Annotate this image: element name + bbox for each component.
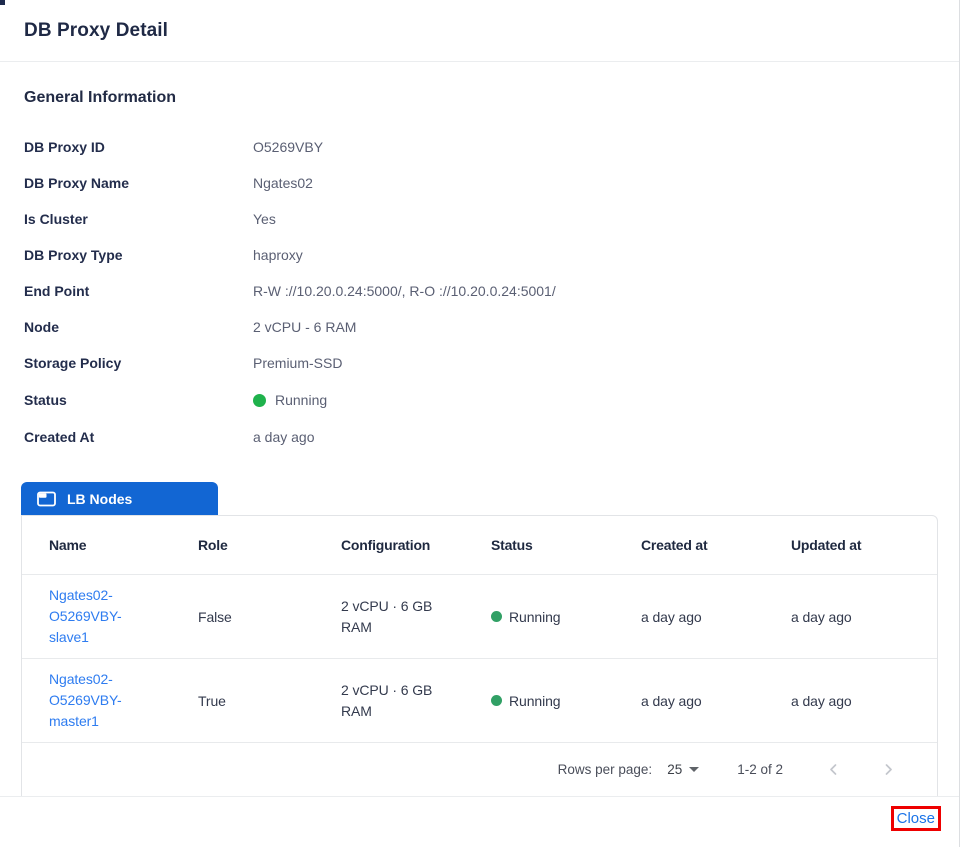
cell-updated-at: a day ago <box>764 609 937 625</box>
field-storage-policy: Storage Policy Premium-SSD <box>24 345 935 381</box>
field-value: 2 vCPU - 6 RAM <box>253 319 356 335</box>
close-button-highlight-box: Close <box>891 806 941 831</box>
field-node: Node 2 vCPU - 6 RAM <box>24 309 935 345</box>
field-db-proxy-type: DB Proxy Type haproxy <box>24 237 935 273</box>
modal-footer: Close <box>0 796 959 847</box>
node-name-link[interactable]: Ngates02-O5269VBY-slave1 <box>49 585 161 648</box>
cell-created-at: a day ago <box>614 609 764 625</box>
previous-page-button[interactable] <box>823 763 844 776</box>
column-header-configuration: Configuration <box>314 537 464 553</box>
table-pagination: Rows per page: 25 1-2 of 2 <box>22 743 937 795</box>
general-information-heading: General Information <box>24 89 935 107</box>
field-label: DB Proxy Name <box>24 175 253 191</box>
db-proxy-detail-modal: { "modal": { "title": "DB Proxy Detail" … <box>0 0 960 847</box>
cell-role: False <box>171 609 314 625</box>
column-header-name: Name <box>22 537 171 553</box>
column-header-role: Role <box>171 537 314 553</box>
table-header-row: Name Role Configuration Status Created a… <box>22 516 937 575</box>
field-label: Is Cluster <box>24 211 253 227</box>
field-db-proxy-name: DB Proxy Name Ngates02 <box>24 165 935 201</box>
screenshot-corner-artifact <box>0 0 5 5</box>
cell-status: Running <box>464 693 614 709</box>
field-label: DB Proxy Type <box>24 247 253 263</box>
cell-name: Ngates02-O5269VBY-slave1 <box>22 585 171 648</box>
field-label: Node <box>24 319 253 335</box>
field-end-point: End Point R-W ://10.20.0.24:5000/, R-O :… <box>24 273 935 309</box>
table-row: Ngates02-O5269VBY-master1 True 2 vCPU · … <box>22 659 937 743</box>
chevron-down-icon <box>689 767 699 772</box>
status-value: Running <box>253 392 327 408</box>
chevron-left-icon <box>827 763 840 776</box>
field-label: Storage Policy <box>24 355 253 371</box>
cell-updated-at: a day ago <box>764 693 937 709</box>
field-value: Yes <box>253 211 276 227</box>
close-button[interactable]: Close <box>896 809 936 828</box>
field-label: End Point <box>24 283 253 299</box>
general-information-list: DB Proxy ID O5269VBY DB Proxy Name Ngate… <box>24 129 935 455</box>
status-running-icon <box>491 611 502 622</box>
field-value: O5269VBY <box>253 139 323 155</box>
node-name-link[interactable]: Ngates02-O5269VBY-master1 <box>49 669 161 732</box>
modal-header: DB Proxy Detail <box>0 0 959 62</box>
status-running-icon <box>253 394 266 407</box>
field-value: a day ago <box>253 429 315 445</box>
field-value: Ngates02 <box>253 175 313 191</box>
field-db-proxy-id: DB Proxy ID O5269VBY <box>24 129 935 165</box>
field-label: Status <box>24 392 253 408</box>
tab-label: LB Nodes <box>67 491 132 507</box>
cell-configuration: 2 vCPU · 6 GB RAM <box>314 596 464 638</box>
status-text: Running <box>509 609 560 625</box>
chevron-right-icon <box>882 763 895 776</box>
modal-title: DB Proxy Detail <box>24 20 935 42</box>
rows-per-page-label: Rows per page: <box>558 762 653 777</box>
field-value: R-W ://10.20.0.24:5000/, R-O ://10.20.0.… <box>253 283 556 299</box>
status-text: Running <box>509 693 560 709</box>
field-value: haproxy <box>253 247 303 263</box>
cell-configuration: 2 vCPU · 6 GB RAM <box>314 680 464 722</box>
status-running-icon <box>491 695 502 706</box>
rows-per-page-select[interactable]: 25 <box>667 762 699 777</box>
field-created-at: Created At a day ago <box>24 419 935 455</box>
field-label: DB Proxy ID <box>24 139 253 155</box>
column-header-status: Status <box>464 537 614 553</box>
window-icon <box>37 491 56 507</box>
column-header-updated-at: Updated at <box>764 537 937 553</box>
cell-status: Running <box>464 609 614 625</box>
next-page-button[interactable] <box>878 763 899 776</box>
lb-nodes-table-card: Name Role Configuration Status Created a… <box>21 515 938 816</box>
cell-name: Ngates02-O5269VBY-master1 <box>22 669 171 732</box>
status-text: Running <box>275 392 327 408</box>
column-header-created-at: Created at <box>614 537 764 553</box>
pagination-range: 1-2 of 2 <box>737 762 783 777</box>
cell-role: True <box>171 693 314 709</box>
tab-lb-nodes[interactable]: LB Nodes <box>21 482 218 515</box>
field-label: Created At <box>24 429 253 445</box>
rows-per-page-value: 25 <box>667 762 682 777</box>
general-information-section: General Information DB Proxy ID O5269VBY… <box>0 89 959 455</box>
field-value: Premium-SSD <box>253 355 342 371</box>
field-is-cluster: Is Cluster Yes <box>24 201 935 237</box>
table-row: Ngates02-O5269VBY-slave1 False 2 vCPU · … <box>22 575 937 659</box>
field-status: Status Running <box>24 381 935 419</box>
cell-created-at: a day ago <box>614 693 764 709</box>
